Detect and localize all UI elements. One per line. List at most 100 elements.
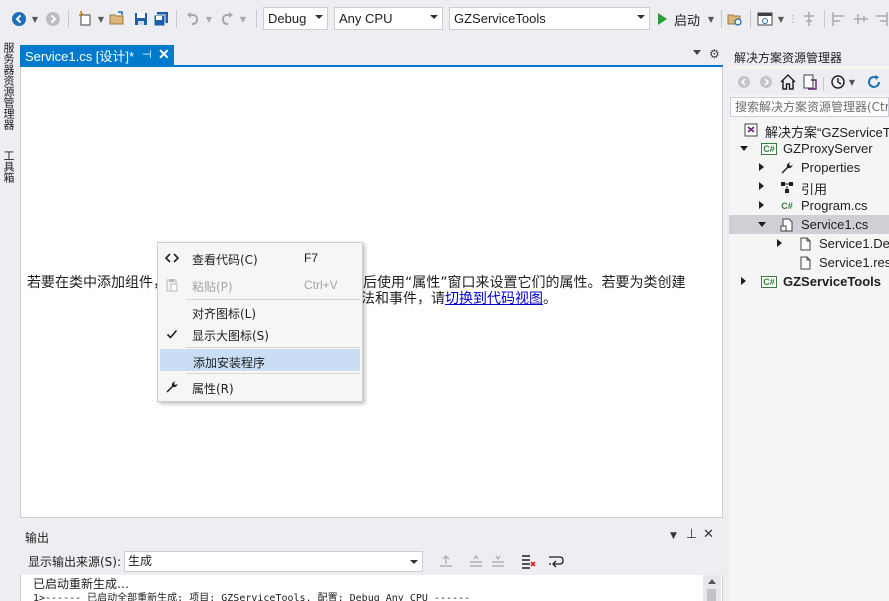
chevron-down-icon[interactable]: ▼ xyxy=(847,73,857,91)
document-list-dropdown[interactable] xyxy=(693,50,701,55)
clear-all-button[interactable] xyxy=(520,553,536,569)
switch-to-code-view-link[interactable]: 切换到代码视图 xyxy=(445,291,543,307)
wrench-icon xyxy=(779,160,795,175)
references-icon xyxy=(779,179,795,194)
undo-button[interactable] xyxy=(184,9,202,29)
file-icon xyxy=(797,236,813,251)
save-button[interactable] xyxy=(132,9,150,29)
start-label: 启动 xyxy=(674,13,701,29)
align-right-button[interactable] xyxy=(872,9,889,29)
close-icon[interactable]: ✕ xyxy=(158,46,170,63)
new-project-dropdown[interactable]: ▼ xyxy=(96,9,106,29)
forward-button[interactable] xyxy=(757,73,775,91)
expander-collapsed-icon[interactable] xyxy=(777,239,782,247)
tree-node-project-gzproxyserver[interactable]: C# GZProxyServer xyxy=(729,139,889,158)
output-source-combo[interactable]: 生成 xyxy=(124,551,423,572)
menu-item-line-up-icons[interactable]: 对齐图标(L) xyxy=(160,301,360,323)
pin-icon[interactable]: ⊣ xyxy=(142,48,152,61)
expander-collapsed-icon[interactable] xyxy=(741,277,746,285)
tree-node-program-cs[interactable]: C# Program.cs xyxy=(729,196,889,215)
redo-button[interactable] xyxy=(218,9,236,29)
next-message-button[interactable] xyxy=(490,553,506,569)
toggle-word-wrap-button[interactable] xyxy=(548,553,564,569)
home-button[interactable] xyxy=(779,73,797,91)
go-to-location-button[interactable] xyxy=(438,553,454,569)
scroll-thumb[interactable] xyxy=(707,589,716,601)
menu-item-add-installer[interactable]: 添加安装程序 xyxy=(160,349,360,371)
scroll-up-icon[interactable] xyxy=(708,579,716,584)
align-middle-icon xyxy=(854,14,868,24)
output-panel-header: 输出 ▼ ⊥ ✕ xyxy=(20,525,723,547)
expander-collapsed-icon[interactable] xyxy=(759,201,764,209)
menu-item-shortcut: F7 xyxy=(304,251,319,265)
find-in-files-button[interactable] xyxy=(726,9,744,29)
tree-node-properties[interactable]: Properties xyxy=(729,158,889,177)
previous-message-button[interactable] xyxy=(468,553,484,569)
close-icon[interactable]: ✕ xyxy=(703,527,714,542)
menu-item-view-code[interactable]: 查看代码(C) F7 xyxy=(160,247,360,269)
pin-icon[interactable]: ⊥ xyxy=(686,527,697,542)
sync-with-active-document-button[interactable] xyxy=(865,73,883,91)
forward-button[interactable] xyxy=(44,9,62,29)
server-explorer-tab[interactable]: 服务器资源管理器 xyxy=(0,42,16,130)
align-left-icon xyxy=(832,12,844,26)
menu-item-label: 属性(R) xyxy=(192,382,234,396)
switch-views-button[interactable] xyxy=(801,73,819,91)
output-vertical-scrollbar[interactable] xyxy=(703,575,721,601)
back-button[interactable] xyxy=(735,73,753,91)
solution-explorer-toolbar: ▼ xyxy=(729,69,889,95)
document-tab-service1-design[interactable]: Service1.cs [设计]* ⊣ ✕ xyxy=(20,45,174,66)
menu-item-label: 显示大图标(S) xyxy=(192,329,269,343)
menu-item-show-large-icons[interactable]: 显示大图标(S) xyxy=(160,323,360,345)
tree-node-label: Program.cs xyxy=(801,198,868,213)
expander-expanded-icon[interactable] xyxy=(740,146,748,151)
output-text-area[interactable]: 已启动重新生成… 1>------ 已启动全部重新生成: 项目: GZServi… xyxy=(20,575,723,601)
new-project-button[interactable] xyxy=(76,9,94,29)
solution-explorer-header: 解决方案资源管理器 xyxy=(729,45,889,66)
solution-explorer-search-input[interactable]: 搜索解决方案资源管理器(Ctrl+;) xyxy=(730,97,889,117)
expander-expanded-icon[interactable] xyxy=(758,222,766,227)
menu-item-paste[interactable]: 粘贴(P) Ctrl+V xyxy=(160,274,360,296)
redo-dropdown[interactable]: ▼ xyxy=(238,9,248,29)
clear-all-icon xyxy=(522,555,536,569)
gear-icon[interactable]: ⚙ xyxy=(709,47,720,61)
pending-changes-filter-button[interactable] xyxy=(829,73,847,91)
back-button[interactable] xyxy=(10,9,28,29)
tree-node-solution[interactable]: 解决方案“GZServiceTools” xyxy=(729,120,889,140)
expander-collapsed-icon[interactable] xyxy=(759,163,764,171)
align-left-button[interactable] xyxy=(830,9,848,29)
tree-node-project-gzservicetools[interactable]: C# GZServiceTools xyxy=(729,272,889,291)
refresh-icon xyxy=(868,75,880,88)
solution-platform-combo[interactable]: Any CPU xyxy=(334,7,443,30)
undo-dropdown[interactable]: ▼ xyxy=(204,9,214,29)
menu-item-properties[interactable]: 属性(R) xyxy=(160,376,360,398)
output-panel-title: 输出 xyxy=(25,531,50,545)
tree-node-service1-resx[interactable]: Service1.resx xyxy=(729,253,889,272)
align-center-button[interactable] xyxy=(800,9,818,29)
component-designer-surface[interactable]: 若要在类中添加组件，请从工具箱中拖动这些组件，然后使用“属性”窗口来设置它们的属… xyxy=(20,67,723,518)
toolbar-separator xyxy=(256,10,257,28)
browser-link-button[interactable] xyxy=(756,9,774,29)
solution-configuration-combo[interactable]: Debug xyxy=(263,7,328,30)
back-dropdown[interactable]: ▼ xyxy=(30,9,40,29)
toolbox-tab[interactable]: 工具箱 xyxy=(0,150,16,183)
save-all-button[interactable] xyxy=(152,9,170,29)
tree-node-service1-designer-cs[interactable]: Service1.Designer.cs xyxy=(729,234,889,253)
expander-collapsed-icon[interactable] xyxy=(759,182,764,190)
tree-node-references[interactable]: 引用 xyxy=(729,177,889,197)
output-panel-toolbar: 显示输出来源(S): 生成 xyxy=(20,547,723,575)
startup-project-combo[interactable]: GZServiceTools xyxy=(449,7,650,30)
menu-item-label: 查看代码(C) xyxy=(192,253,258,267)
window-position-dropdown[interactable]: ▼ xyxy=(670,531,677,541)
tree-node-service1-cs[interactable]: Service1.cs xyxy=(729,215,889,234)
chevron-down-icon: ▼ xyxy=(707,14,715,24)
tree-node-label: GZProxyServer xyxy=(783,141,873,156)
designer-hint-suffix: 。 xyxy=(543,291,557,307)
menu-item-label: 粘贴(P) xyxy=(192,280,233,294)
start-dropdown[interactable]: ▼ xyxy=(706,9,716,29)
align-middle-button[interactable] xyxy=(852,9,870,29)
back-arrow-icon xyxy=(738,76,750,88)
align-center-icon xyxy=(804,12,814,26)
open-file-button[interactable] xyxy=(108,9,126,29)
browser-link-dropdown[interactable]: ▼ xyxy=(776,9,786,29)
